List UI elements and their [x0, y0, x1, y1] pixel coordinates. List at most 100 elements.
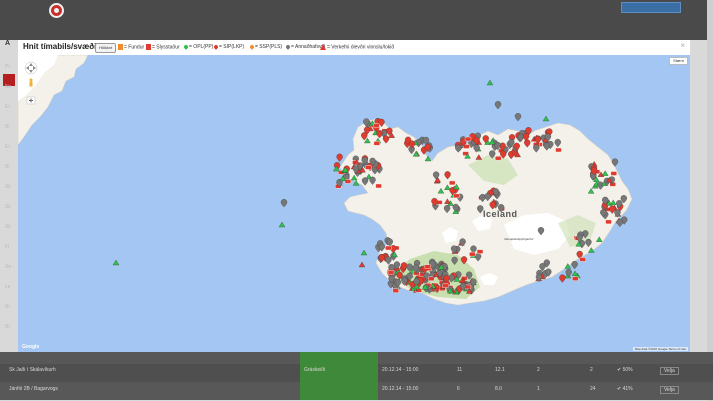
vehicle-marker[interactable]	[365, 165, 372, 170]
status-cell-bg	[300, 382, 378, 400]
vehicle-marker[interactable]	[605, 219, 612, 225]
map-controls	[24, 61, 38, 105]
vehicle-marker[interactable]	[476, 249, 484, 254]
side-nav-label[interactable]: Bl	[5, 124, 9, 130]
side-nav-label[interactable]: Le	[5, 284, 11, 290]
side-nav-label[interactable]: Pr	[5, 64, 10, 70]
warning-marker[interactable]	[112, 259, 120, 266]
vehicle-marker[interactable]	[428, 276, 435, 281]
vehicle-marker[interactable]	[392, 288, 399, 293]
row-number: 2	[590, 367, 593, 373]
red-pin-marker[interactable]	[336, 153, 343, 162]
vehicle-marker[interactable]	[610, 171, 617, 176]
row-number: 1	[537, 386, 540, 392]
map-canvas[interactable]: Iceland Vatnajökulsþjóðgarður Stærri Goo…	[18, 55, 690, 352]
pin-icon	[249, 43, 255, 50]
modal-title: Hnit tímabils/svæðis	[23, 42, 101, 51]
vehicle-marker[interactable]	[495, 156, 502, 161]
warning-marker[interactable]	[360, 249, 368, 256]
red-pin-marker[interactable]	[559, 274, 566, 283]
grey-pin-marker[interactable]	[514, 113, 522, 122]
vehicle-marker[interactable]	[373, 123, 380, 128]
legend-item: = SIP(LKP)	[213, 43, 245, 51]
app-header	[0, 0, 713, 40]
side-nav-label[interactable]: Se	[5, 264, 11, 270]
side-nav-label[interactable]: Br	[5, 304, 10, 310]
map-attribution[interactable]: Map data ©2016 Google Terms of Use	[632, 347, 688, 351]
side-nav-label[interactable]: Sk	[5, 204, 11, 210]
warning-marker[interactable]	[278, 221, 286, 228]
iceland-map[interactable]	[18, 55, 690, 352]
vehicle-marker[interactable]	[373, 141, 381, 146]
grey-pin-marker[interactable]	[616, 218, 624, 228]
select-button[interactable]: Velja	[660, 386, 679, 394]
side-nav-label[interactable]: Sk	[5, 224, 11, 230]
row-time: 20.12.14 - 15:00	[382, 367, 419, 373]
warning-marker[interactable]	[486, 79, 494, 86]
vehicle-marker[interactable]	[453, 193, 460, 199]
legend-label: = SSP(PLS)	[255, 44, 283, 50]
side-nav-label[interactable]: Er	[5, 144, 10, 150]
warning-marker[interactable]	[358, 261, 366, 268]
side-nav-label[interactable]: Er	[5, 104, 10, 110]
row-count: 11	[457, 367, 463, 373]
vehicle-marker[interactable]	[387, 270, 395, 275]
legend-label: = SIP(LKP)	[219, 44, 245, 50]
row-name: Jánföi 2B / Bagarvogs	[9, 386, 58, 392]
side-nav-label[interactable]: Br	[5, 324, 10, 330]
vehicle-marker[interactable]	[424, 264, 431, 269]
side-nav-label[interactable]: Fi	[5, 244, 9, 250]
row-number: 24	[590, 386, 596, 392]
pin-icon	[183, 43, 189, 50]
row-number: 2	[537, 367, 540, 373]
page-scrollbar[interactable]	[707, 0, 713, 401]
row-time: 20.12.14 - 15:00	[382, 386, 419, 392]
country-label: Iceland	[483, 209, 518, 219]
legend-item: = Slysstaður	[146, 44, 180, 51]
row-name: Sk Jaði í Skálavíkurh	[9, 367, 56, 373]
side-nav-label[interactable]: Ne	[5, 84, 11, 90]
vehicle-marker[interactable]	[555, 147, 562, 153]
side-nav-label[interactable]: Sk	[5, 184, 11, 190]
vehicle-marker[interactable]	[464, 136, 472, 142]
legend-item: = SSP(PLS)	[249, 43, 283, 51]
grey-pin-marker[interactable]	[494, 101, 502, 110]
legend-item: = Fundur	[118, 44, 144, 51]
legend-label: = OPL(PP)	[189, 44, 214, 50]
vehicle-marker[interactable]	[463, 144, 470, 149]
grey-pin-marker[interactable]	[280, 199, 288, 208]
close-icon[interactable]: ×	[680, 41, 685, 50]
vehicle-marker[interactable]	[375, 183, 382, 189]
vehicle-marker[interactable]	[442, 283, 449, 288]
warning-marker[interactable]	[542, 115, 550, 122]
legend-label: = Verkefni ólevðri vinnslu/lokið	[327, 44, 395, 51]
pin-icon	[285, 43, 291, 50]
place-label: Vatnajökulsþjóðgarður	[504, 237, 534, 241]
zoom-in-button[interactable]	[26, 96, 36, 105]
fullscreen-button[interactable]: Stærri	[669, 57, 688, 65]
vehicle-marker[interactable]	[448, 180, 456, 186]
vehicle-marker[interactable]	[572, 276, 579, 281]
row-percent: ✔ 41%	[617, 386, 633, 392]
pegman-icon[interactable]	[29, 78, 33, 87]
select-button[interactable]: Velja	[660, 367, 679, 375]
grey-pin-marker[interactable]	[571, 261, 578, 270]
pan-control[interactable]	[24, 61, 38, 75]
hide-button[interactable]: Hlökkvt	[95, 43, 117, 53]
header-action-button[interactable]	[621, 2, 681, 13]
map-modal: Hnit tímabils/svæðis Hlökkvt = Fundur = S…	[18, 40, 690, 352]
side-nav-label[interactable]: Bl	[5, 164, 9, 170]
legend-item: = OPL(PP)	[183, 43, 214, 51]
row-value: 12.1	[495, 367, 505, 373]
legend-item: = Verkefni ólevðri vinnslu/lokið	[320, 44, 394, 51]
row-count: 6	[457, 386, 460, 392]
person-icon	[118, 44, 123, 50]
legend-label: = Fundur	[124, 44, 145, 51]
vehicle-marker[interactable]	[469, 251, 476, 257]
vehicle-marker[interactable]	[579, 257, 586, 262]
legend-label: = Slysstaður	[152, 44, 180, 51]
modal-header: Hnit tímabils/svæðis Hlökkvt = Fundur = S…	[18, 40, 690, 55]
vehicle-marker[interactable]	[344, 179, 352, 184]
vehicle-marker[interactable]	[385, 245, 392, 251]
logo-icon[interactable]	[49, 3, 64, 18]
